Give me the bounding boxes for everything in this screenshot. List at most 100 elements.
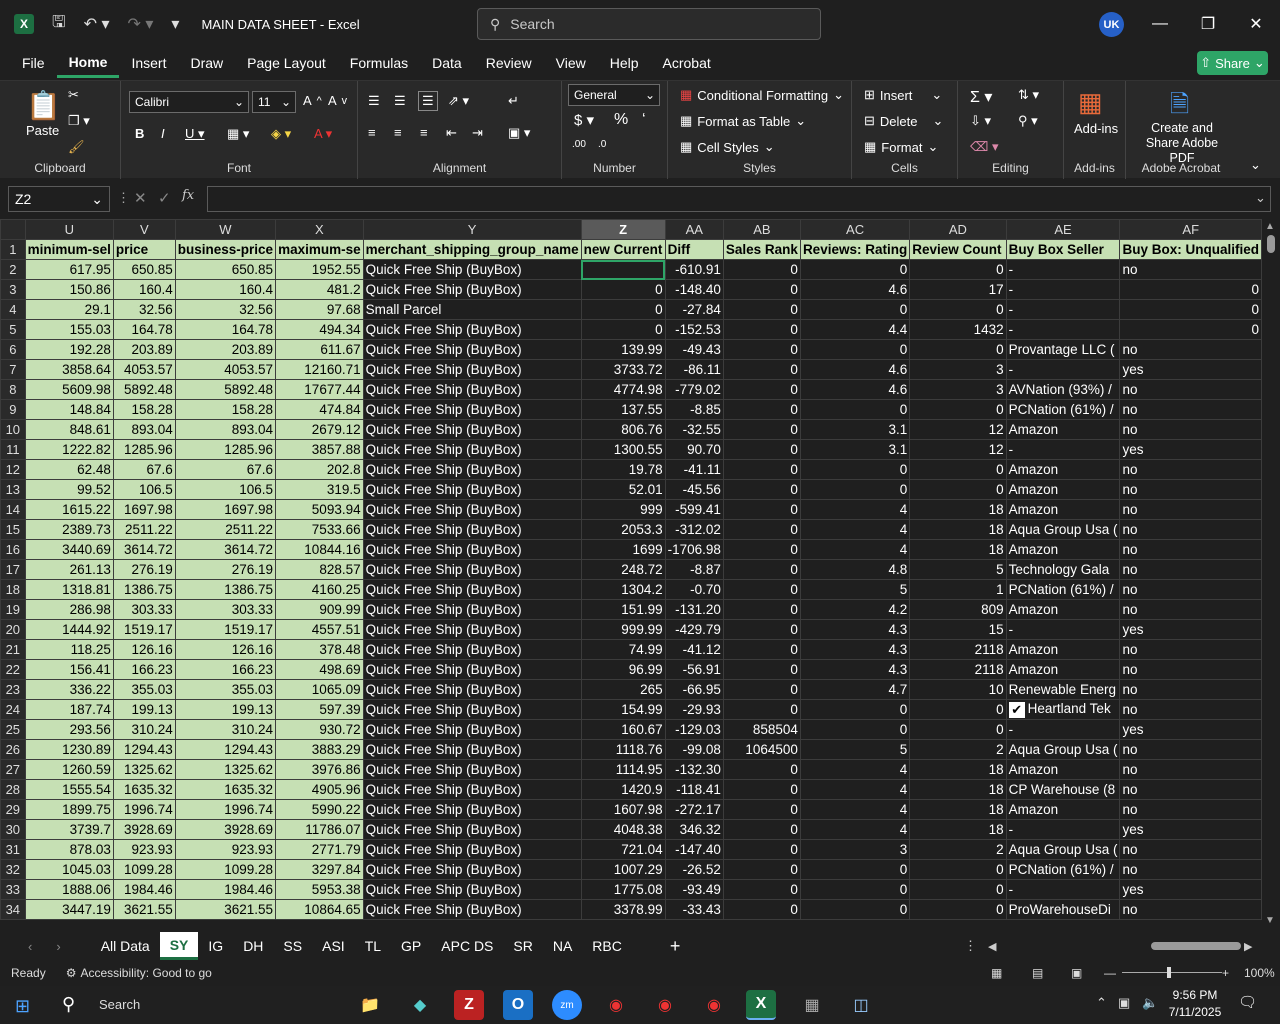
file-explorer-icon[interactable]: 📁 [355, 990, 385, 1020]
row-header[interactable]: 17 [0, 559, 26, 580]
cell[interactable]: 155.03 [24, 319, 114, 340]
row-header[interactable]: 13 [0, 479, 26, 500]
paste-icon[interactable]: 📋 [26, 89, 61, 122]
cell[interactable]: 0 [722, 599, 801, 620]
cell[interactable]: 203.89 [174, 339, 277, 360]
menu-acrobat[interactable]: Acrobat [651, 48, 723, 78]
sheet-tab[interactable]: SR [503, 932, 542, 960]
create-share-pdf-button[interactable]: Create and Share Adobe PDF [1134, 121, 1230, 166]
cell[interactable]: 74.99 [580, 639, 666, 660]
align-top-icon[interactable]: ☰ [368, 93, 380, 109]
cell[interactable]: ProWarehouseDi [1005, 899, 1121, 920]
cell[interactable]: no [1119, 579, 1262, 600]
cell[interactable]: 0 [722, 819, 801, 840]
restore-icon[interactable]: ❐ [1184, 0, 1232, 48]
cell[interactable]: Amazon [1005, 759, 1121, 780]
menu-review[interactable]: Review [474, 48, 544, 78]
cell[interactable]: 310.24 [174, 719, 277, 740]
autosum-icon[interactable]: Σ ▾ [970, 87, 992, 107]
cell[interactable]: 0 [799, 399, 911, 420]
zoom-in-icon[interactable]: + [1222, 966, 1229, 980]
cell[interactable]: yes [1119, 619, 1262, 640]
increase-decimal-icon[interactable]: .00 [572, 139, 586, 150]
cell[interactable]: - [1005, 299, 1121, 320]
decrease-decimal-icon[interactable]: .0 [598, 139, 606, 150]
cell[interactable]: 878.03 [24, 839, 114, 860]
sheet-tab[interactable]: RBC [582, 932, 632, 960]
row-header[interactable]: 28 [0, 779, 26, 800]
row-header[interactable]: 3 [0, 279, 26, 300]
cell[interactable]: 0 [1119, 299, 1262, 320]
cell[interactable]: 248.72 [580, 559, 666, 580]
cell[interactable]: 310.24 [112, 719, 176, 740]
cell[interactable]: Quick Free Ship (BuyBox) [362, 659, 582, 680]
taskbar-search-label[interactable]: Search [99, 997, 140, 1012]
clear-icon[interactable]: ⌫ ▾ [970, 139, 999, 155]
cell[interactable]: 3928.69 [174, 819, 277, 840]
scroll-right-icon[interactable]: ▶ [1244, 940, 1252, 953]
underline-icon[interactable]: U ▾ [185, 126, 205, 142]
cell[interactable]: -0.70 [664, 579, 724, 600]
cell[interactable]: Quick Free Ship (BuyBox) [362, 599, 582, 620]
cell[interactable]: 4.3 [799, 639, 911, 660]
cell[interactable]: 4 [799, 779, 911, 800]
row-header[interactable]: 7 [0, 359, 26, 380]
cell[interactable]: 0 [722, 319, 801, 340]
format-painter-icon[interactable]: 🖌 [68, 139, 85, 155]
cell[interactable] [580, 259, 666, 280]
cell[interactable]: -779.02 [664, 379, 724, 400]
cell[interactable]: 151.99 [580, 599, 666, 620]
cell[interactable]: 150.86 [24, 279, 114, 300]
row-header[interactable]: 10 [0, 419, 26, 440]
row-header[interactable]: 11 [0, 439, 26, 460]
decrease-font-icon[interactable]: Av [328, 93, 347, 108]
increase-font-icon[interactable]: A ^ [303, 93, 322, 108]
cell[interactable]: 4053.57 [174, 359, 277, 380]
header-cell[interactable]: merchant_shipping_group_name [362, 239, 582, 260]
increase-indent-icon[interactable]: ⇥ [472, 125, 483, 141]
cell[interactable]: 4.3 [799, 659, 911, 680]
row-header[interactable]: 14 [0, 499, 26, 520]
cell[interactable]: 346.32 [664, 819, 724, 840]
cell[interactable]: 1420.9 [580, 779, 666, 800]
menu-insert[interactable]: Insert [119, 48, 178, 78]
cell[interactable]: no [1119, 339, 1262, 360]
cell[interactable]: 3614.72 [112, 539, 176, 560]
cell[interactable]: 2 [909, 839, 1007, 860]
header-cell[interactable]: Buy Box: Unqualified [1119, 239, 1262, 260]
column-header[interactable]: AA [664, 219, 724, 240]
cell[interactable]: 0 [580, 279, 666, 300]
cell[interactable]: 3614.72 [174, 539, 277, 560]
cell[interactable]: 0 [799, 459, 911, 480]
cell[interactable]: 3739.7 [24, 819, 114, 840]
cell[interactable]: 0 [909, 899, 1007, 920]
chrome-icon[interactable]: ◉ [699, 990, 729, 1020]
cell[interactable]: no [1119, 899, 1262, 920]
page-layout-icon[interactable]: ▤ [1032, 966, 1043, 980]
row-header[interactable]: 15 [0, 519, 26, 540]
cell[interactable]: 12160.71 [275, 359, 364, 380]
cell[interactable]: 0 [909, 859, 1007, 880]
normal-view-icon[interactable]: ▦ [991, 966, 1002, 980]
cell[interactable]: no [1119, 739, 1262, 760]
row-header[interactable]: 1 [0, 239, 26, 260]
borders-icon[interactable]: ▦ ▾ [227, 126, 249, 142]
cell[interactable]: no [1119, 519, 1262, 540]
cell[interactable]: 3 [909, 379, 1007, 400]
network-icon[interactable]: ▣ [1118, 995, 1130, 1011]
cell[interactable]: 3733.72 [580, 359, 666, 380]
cell[interactable]: 0 [909, 259, 1007, 280]
cell[interactable]: 1114.95 [580, 759, 666, 780]
cell[interactable]: Amazon [1005, 799, 1121, 820]
cell[interactable]: 1607.98 [580, 799, 666, 820]
cell[interactable]: 3297.84 [275, 859, 364, 880]
cell[interactable]: 106.5 [174, 479, 277, 500]
cell[interactable]: Quick Free Ship (BuyBox) [362, 419, 582, 440]
cell[interactable]: 0 [722, 359, 801, 380]
cell[interactable]: 154.99 [580, 699, 666, 720]
cell[interactable]: 617.95 [24, 259, 114, 280]
row-header[interactable]: 6 [0, 339, 26, 360]
cell[interactable]: 139.99 [580, 339, 666, 360]
cell[interactable]: Quick Free Ship (BuyBox) [362, 579, 582, 600]
cell[interactable]: 1325.62 [174, 759, 277, 780]
